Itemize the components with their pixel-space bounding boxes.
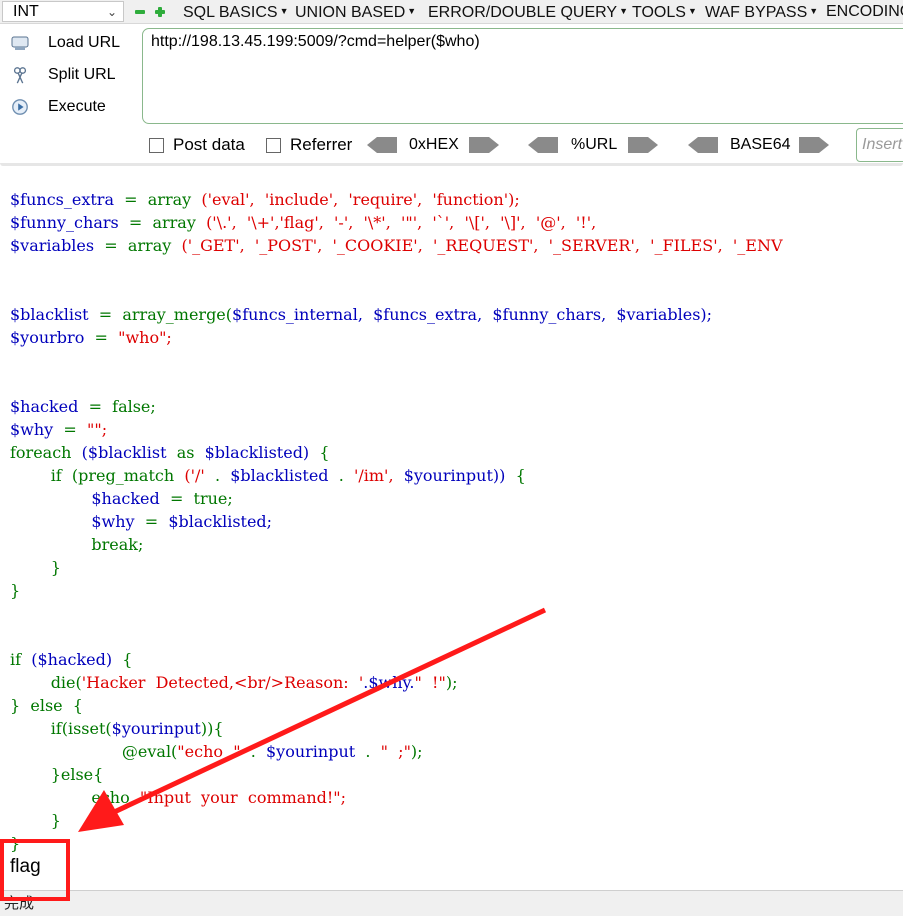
split-url-icon (13, 67, 27, 84)
load-url-icon (11, 36, 29, 50)
code-line: $variables = array ('_GET', '_POST', '_C… (10, 236, 783, 255)
command-output: flag (10, 856, 41, 877)
menu-label: TOOLS (632, 4, 686, 21)
code-line: if(isset($yourinput)){ (50, 719, 224, 738)
decode-base64-arrow-icon[interactable] (688, 137, 718, 153)
code-line: $why = ""; (10, 420, 108, 439)
code-line: $yourbro = "who"; (10, 328, 172, 347)
split-url-label: Split URL (48, 66, 116, 83)
base64-label: BASE64 (730, 136, 791, 153)
code-line: } (10, 581, 21, 600)
referrer-checkbox[interactable] (266, 138, 281, 153)
post-data-checkbox[interactable] (149, 138, 164, 153)
menu-label: ERROR/DOUBLE QUERY (428, 4, 618, 21)
url-encode-label: %URL (571, 136, 618, 153)
menu-error-double-query[interactable]: ERROR/DOUBLE QUERY ▼ (428, 0, 628, 24)
code-line: $blacklist = array_merge($funcs_internal… (10, 305, 713, 324)
encode-url-arrow-icon[interactable] (628, 137, 658, 153)
injection-type-value: INT (13, 3, 39, 20)
code-line: $hacked = true; (91, 489, 233, 508)
hex-label: 0xHEX (409, 136, 459, 153)
chevron-down-icon: ⌄ (106, 5, 117, 19)
menu-sql-basics[interactable]: SQL BASICS ▼ (183, 0, 288, 24)
annotation-arrow-shaft (108, 607, 547, 817)
menu-union-based[interactable]: UNION BASED ▼ (295, 0, 416, 24)
load-url-label: Load URL (48, 34, 121, 51)
encode-hex-arrow-icon[interactable] (469, 137, 499, 153)
caret-down-icon: ▼ (279, 6, 289, 16)
menu-waf-bypass[interactable]: WAF BYPASS ▼ (705, 0, 818, 24)
menu-label: WAF BYPASS (705, 4, 808, 21)
code-line: die('Hacker Detected,<br/>Reason: '.$why… (50, 673, 458, 692)
code-line: $hacked = false; (10, 397, 156, 416)
code-line: @eval("echo " . $yourinput . " ;"); (121, 742, 423, 761)
menu-label: SQL BASICS (183, 4, 278, 21)
caret-down-icon: ▼ (687, 6, 697, 16)
menu-label: UNION BASED (295, 4, 406, 21)
php-source-code: $funcs_extra = array ('eval', 'include',… (10, 188, 783, 853)
font-size-controls (133, 4, 173, 20)
code-line: foreach ($blacklist as $blacklisted) { (10, 443, 330, 462)
caret-down-icon: ▼ (809, 6, 819, 16)
status-bar: 完成 (0, 890, 903, 916)
plus-icon-bar (158, 7, 162, 17)
hackbar-toolbar: INT ⌄ SQL BASICS ▼ UNION BASED ▼ ERROR/DOU… (0, 0, 903, 24)
play-icon (12, 99, 28, 115)
panel-divider (0, 163, 903, 166)
minus-icon[interactable] (135, 10, 145, 14)
status-text: 完成 (4, 895, 35, 912)
referrer-label: Referrer (290, 135, 353, 154)
injection-type-select[interactable]: INT ⌄ (2, 1, 124, 22)
post-data-label: Post data (173, 135, 245, 154)
menu-tools[interactable]: TOOLS ▼ (632, 0, 697, 24)
menu-label: ENCODING (826, 3, 903, 20)
code-line: $why = $blacklisted; (91, 512, 273, 531)
insert-placeholder: Insert (862, 136, 903, 153)
code-line: echo "Input your command!"; (91, 788, 347, 807)
decode-url-arrow-icon[interactable] (528, 137, 558, 153)
encode-base64-arrow-icon[interactable] (799, 137, 829, 153)
menu-encoding[interactable]: ENCODING (826, 0, 903, 24)
code-line: if ($hacked) { (10, 650, 133, 669)
code-line: }else{ (50, 765, 104, 784)
caret-down-icon: ▼ (619, 6, 628, 16)
code-line: } else { (10, 696, 83, 715)
code-line: } (50, 558, 61, 577)
code-line: if (preg_match ('/' . $blacklisted . '/i… (50, 466, 526, 485)
caret-down-icon: ▼ (407, 6, 417, 16)
url-textarea[interactable]: http://198.13.45.199:5009/?cmd=helper($w… (142, 28, 903, 124)
url-value: http://198.13.45.199:5009/?cmd=helper($w… (151, 33, 480, 50)
code-line: break; (91, 535, 144, 554)
code-line: $funcs_extra = array ('eval', 'include',… (10, 190, 520, 209)
execute-label: Execute (48, 98, 106, 115)
decode-hex-arrow-icon[interactable] (367, 137, 397, 153)
code-line: } (50, 811, 61, 830)
code-line: } (10, 834, 21, 853)
insert-input[interactable]: Insert (856, 128, 903, 162)
code-line: $funny_chars = array ('\.', '\+','flag',… (10, 213, 597, 232)
